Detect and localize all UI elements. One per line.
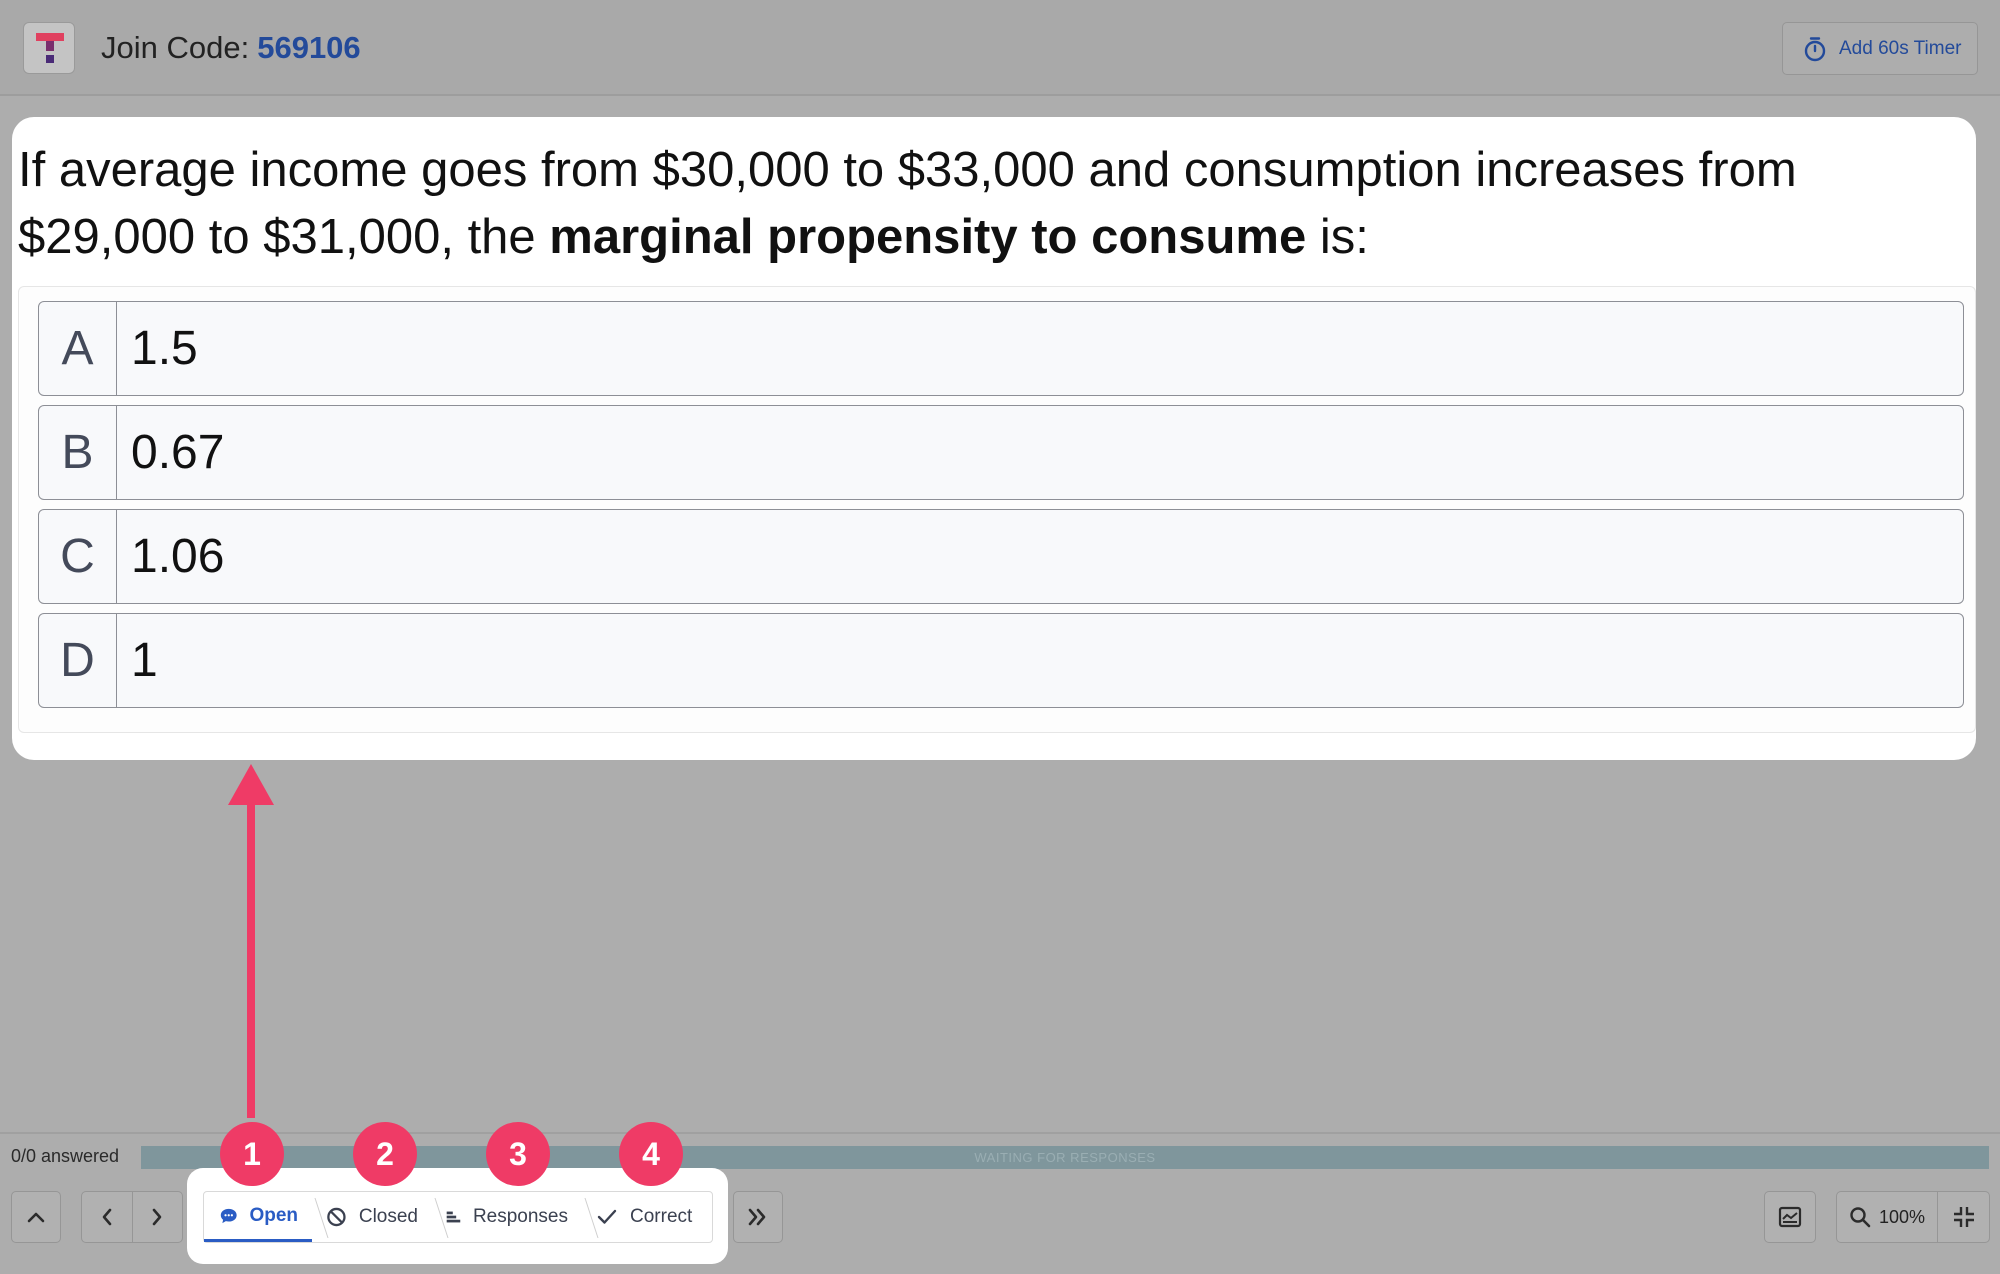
step-closed[interactable]: Closed [312, 1192, 432, 1242]
question-text-end: is: [1306, 210, 1369, 264]
choices-list: A 1.5 B 0.67 C 1.06 D 1 [18, 286, 1976, 733]
zoom-button[interactable]: 100% [1837, 1192, 1939, 1242]
step-1-badge: 1 [220, 1122, 284, 1186]
join-code-value: 569106 [257, 30, 361, 65]
question-nav-buttons [81, 1191, 183, 1243]
choice-a[interactable]: A 1.5 [38, 301, 1964, 396]
join-code-label: Join Code: [101, 30, 250, 65]
choice-text: 1.06 [131, 530, 225, 583]
question-card: If average income goes from $30,000 to $… [12, 117, 1976, 760]
choice-letter: D [39, 614, 117, 707]
zoom-controls: 100% [1836, 1191, 1990, 1243]
skip-forward-button[interactable] [733, 1191, 783, 1243]
exit-fullscreen-button[interactable] [1938, 1192, 1989, 1242]
screen-chart-icon [1778, 1206, 1802, 1228]
stopwatch-icon [1804, 36, 1826, 61]
chevron-right-icon [152, 1208, 162, 1226]
step-label: Correct [630, 1206, 693, 1227]
choice-text: 0.67 [131, 426, 225, 479]
choice-text: 1 [131, 634, 158, 687]
logo-icon [36, 33, 64, 63]
choice-c[interactable]: C 1.06 [38, 509, 1964, 604]
choice-letter: B [39, 406, 117, 499]
previous-button[interactable] [82, 1192, 133, 1242]
step-label: Responses [472, 1206, 568, 1227]
chevron-left-icon [102, 1208, 112, 1226]
progress-status-label: WAITING FOR RESPONSES [974, 1150, 1156, 1165]
choice-text: 1.5 [131, 322, 198, 375]
next-button[interactable] [133, 1192, 183, 1242]
annotation-arrow-icon [228, 764, 274, 1118]
answered-count: 0/0 answered [11, 1146, 120, 1166]
header-bar: Join Code: 569106 Add 60s Timer [0, 0, 2000, 96]
step-responses[interactable]: Responses [432, 1192, 582, 1242]
screen-toggle-button[interactable] [1764, 1191, 1816, 1243]
choice-d[interactable]: D 1 [38, 613, 1964, 708]
step-open[interactable]: Open [204, 1192, 312, 1242]
response-progress-bar: WAITING FOR RESPONSES [141, 1146, 1989, 1169]
bar-chart-icon [446, 1211, 461, 1223]
add-timer-label: Add 60s Timer [1839, 37, 1962, 59]
add-timer-button[interactable]: Add 60s Timer [1782, 22, 1978, 75]
choice-b[interactable]: B 0.67 [38, 405, 1964, 500]
step-3-badge: 3 [486, 1122, 550, 1186]
question-state-steps: Open Closed Responses Correct [203, 1191, 713, 1243]
chat-bubble-icon [220, 1208, 237, 1223]
question-text-emphasis: marginal propensity to consume [549, 210, 1307, 264]
bottom-divider [0, 1132, 2000, 1134]
ban-icon [327, 1207, 346, 1227]
step-label: Closed [358, 1206, 418, 1227]
check-icon [597, 1209, 617, 1224]
choice-letter: A [39, 302, 117, 395]
step-2-badge: 2 [353, 1122, 417, 1186]
join-code-display: Join Code: 569106 [101, 26, 361, 70]
chevron-up-icon [27, 1212, 45, 1223]
step-4-badge: 4 [619, 1122, 683, 1186]
step-correct[interactable]: Correct [582, 1192, 712, 1242]
app-logo[interactable] [23, 22, 75, 74]
magnifier-icon [1850, 1207, 1871, 1228]
choice-letter: C [39, 510, 117, 603]
expand-up-button[interactable] [11, 1191, 61, 1243]
collapse-icon [1953, 1207, 1974, 1227]
step-label: Open [249, 1204, 298, 1226]
zoom-level: 100% [1878, 1206, 1926, 1227]
double-chevron-right-icon [748, 1208, 766, 1226]
question-text: If average income goes from $30,000 to $… [18, 137, 1968, 271]
